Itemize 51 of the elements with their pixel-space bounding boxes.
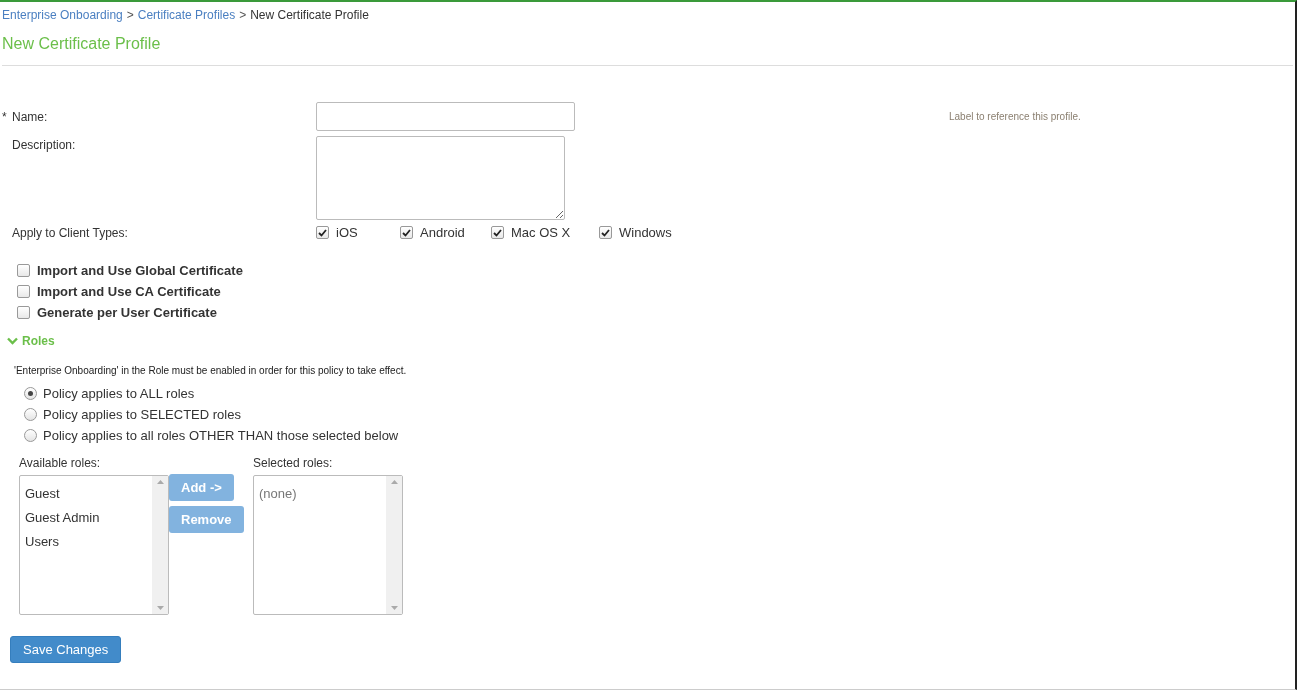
policy-option-label: Policy applies to SELECTED roles	[43, 407, 241, 422]
remove-button[interactable]: Remove	[169, 506, 244, 533]
empty-list-text: (none)	[259, 486, 298, 501]
selected-roles-label: Selected roles:	[253, 456, 334, 470]
scroll-up-icon[interactable]	[390, 480, 398, 484]
checkbox[interactable]	[17, 285, 30, 298]
checkbox[interactable]	[17, 264, 30, 277]
policy-option-label: Policy applies to ALL roles	[43, 386, 195, 401]
client-type-label: Android	[420, 225, 465, 240]
checkbox[interactable]	[400, 226, 413, 239]
checkbox[interactable]	[599, 226, 612, 239]
breadcrumb-separator: >	[239, 8, 247, 22]
page-title: New Certificate Profile	[2, 35, 1293, 66]
client-type-label: iOS	[336, 225, 358, 240]
role-item[interactable]: Guest Admin	[25, 510, 147, 525]
checkbox[interactable]	[17, 306, 30, 319]
chevron-icon	[7, 337, 18, 345]
name-hint: Label to reference this profile.	[949, 111, 1082, 122]
description-label: Description:	[11, 138, 77, 152]
selected-roles-list[interactable]: (none)	[253, 475, 403, 615]
checkbox[interactable]	[491, 226, 504, 239]
scroll-down-icon[interactable]	[390, 606, 398, 610]
required-mark: *	[2, 109, 7, 124]
save-changes-button[interactable]: Save Changes	[10, 636, 122, 663]
certificate-option-label: Import and Use CA Certificate	[37, 284, 221, 299]
role-item[interactable]: Users	[25, 534, 147, 549]
breadcrumb-current: New Certificate Profile	[250, 8, 369, 22]
client-types-label: Apply to Client Types:	[11, 225, 129, 240]
scroll-up-icon[interactable]	[156, 480, 164, 484]
certificate-option-label: Import and Use Global Certificate	[37, 263, 243, 278]
scroll-down-icon[interactable]	[156, 606, 164, 610]
available-roles-label: Available roles:	[19, 456, 102, 470]
add-button[interactable]: Add ->	[169, 474, 234, 501]
name-label: Name:	[12, 109, 48, 124]
radio-button[interactable]	[24, 429, 37, 442]
checkbox[interactable]	[316, 226, 329, 239]
client-type-label: Mac OS X	[511, 225, 571, 240]
available-roles-list[interactable]: Guest Guest Admin Users	[19, 475, 169, 615]
radio-button[interactable]	[24, 408, 37, 421]
name-input[interactable]	[316, 102, 575, 131]
breadcrumb-link[interactable]: Certificate Profiles	[137, 8, 236, 22]
client-type-label: Windows	[619, 225, 672, 240]
roles-toggle[interactable]: Roles	[7, 334, 55, 348]
role-item[interactable]: Guest	[25, 486, 147, 501]
roles-note: 'Enterprise Onboarding' in the Role must be enabled in order for this policy to take effect.	[14, 365, 408, 376]
radio-button[interactable]	[24, 387, 37, 400]
breadcrumb-separator: >	[126, 8, 134, 22]
description-input[interactable]	[316, 136, 565, 220]
policy-option-label: Policy applies to all roles OTHER THAN those selected below	[43, 428, 399, 443]
certificate-option-label: Generate per User Certificate	[37, 305, 217, 320]
breadcrumb-link[interactable]: Enterprise Onboarding	[2, 8, 123, 22]
